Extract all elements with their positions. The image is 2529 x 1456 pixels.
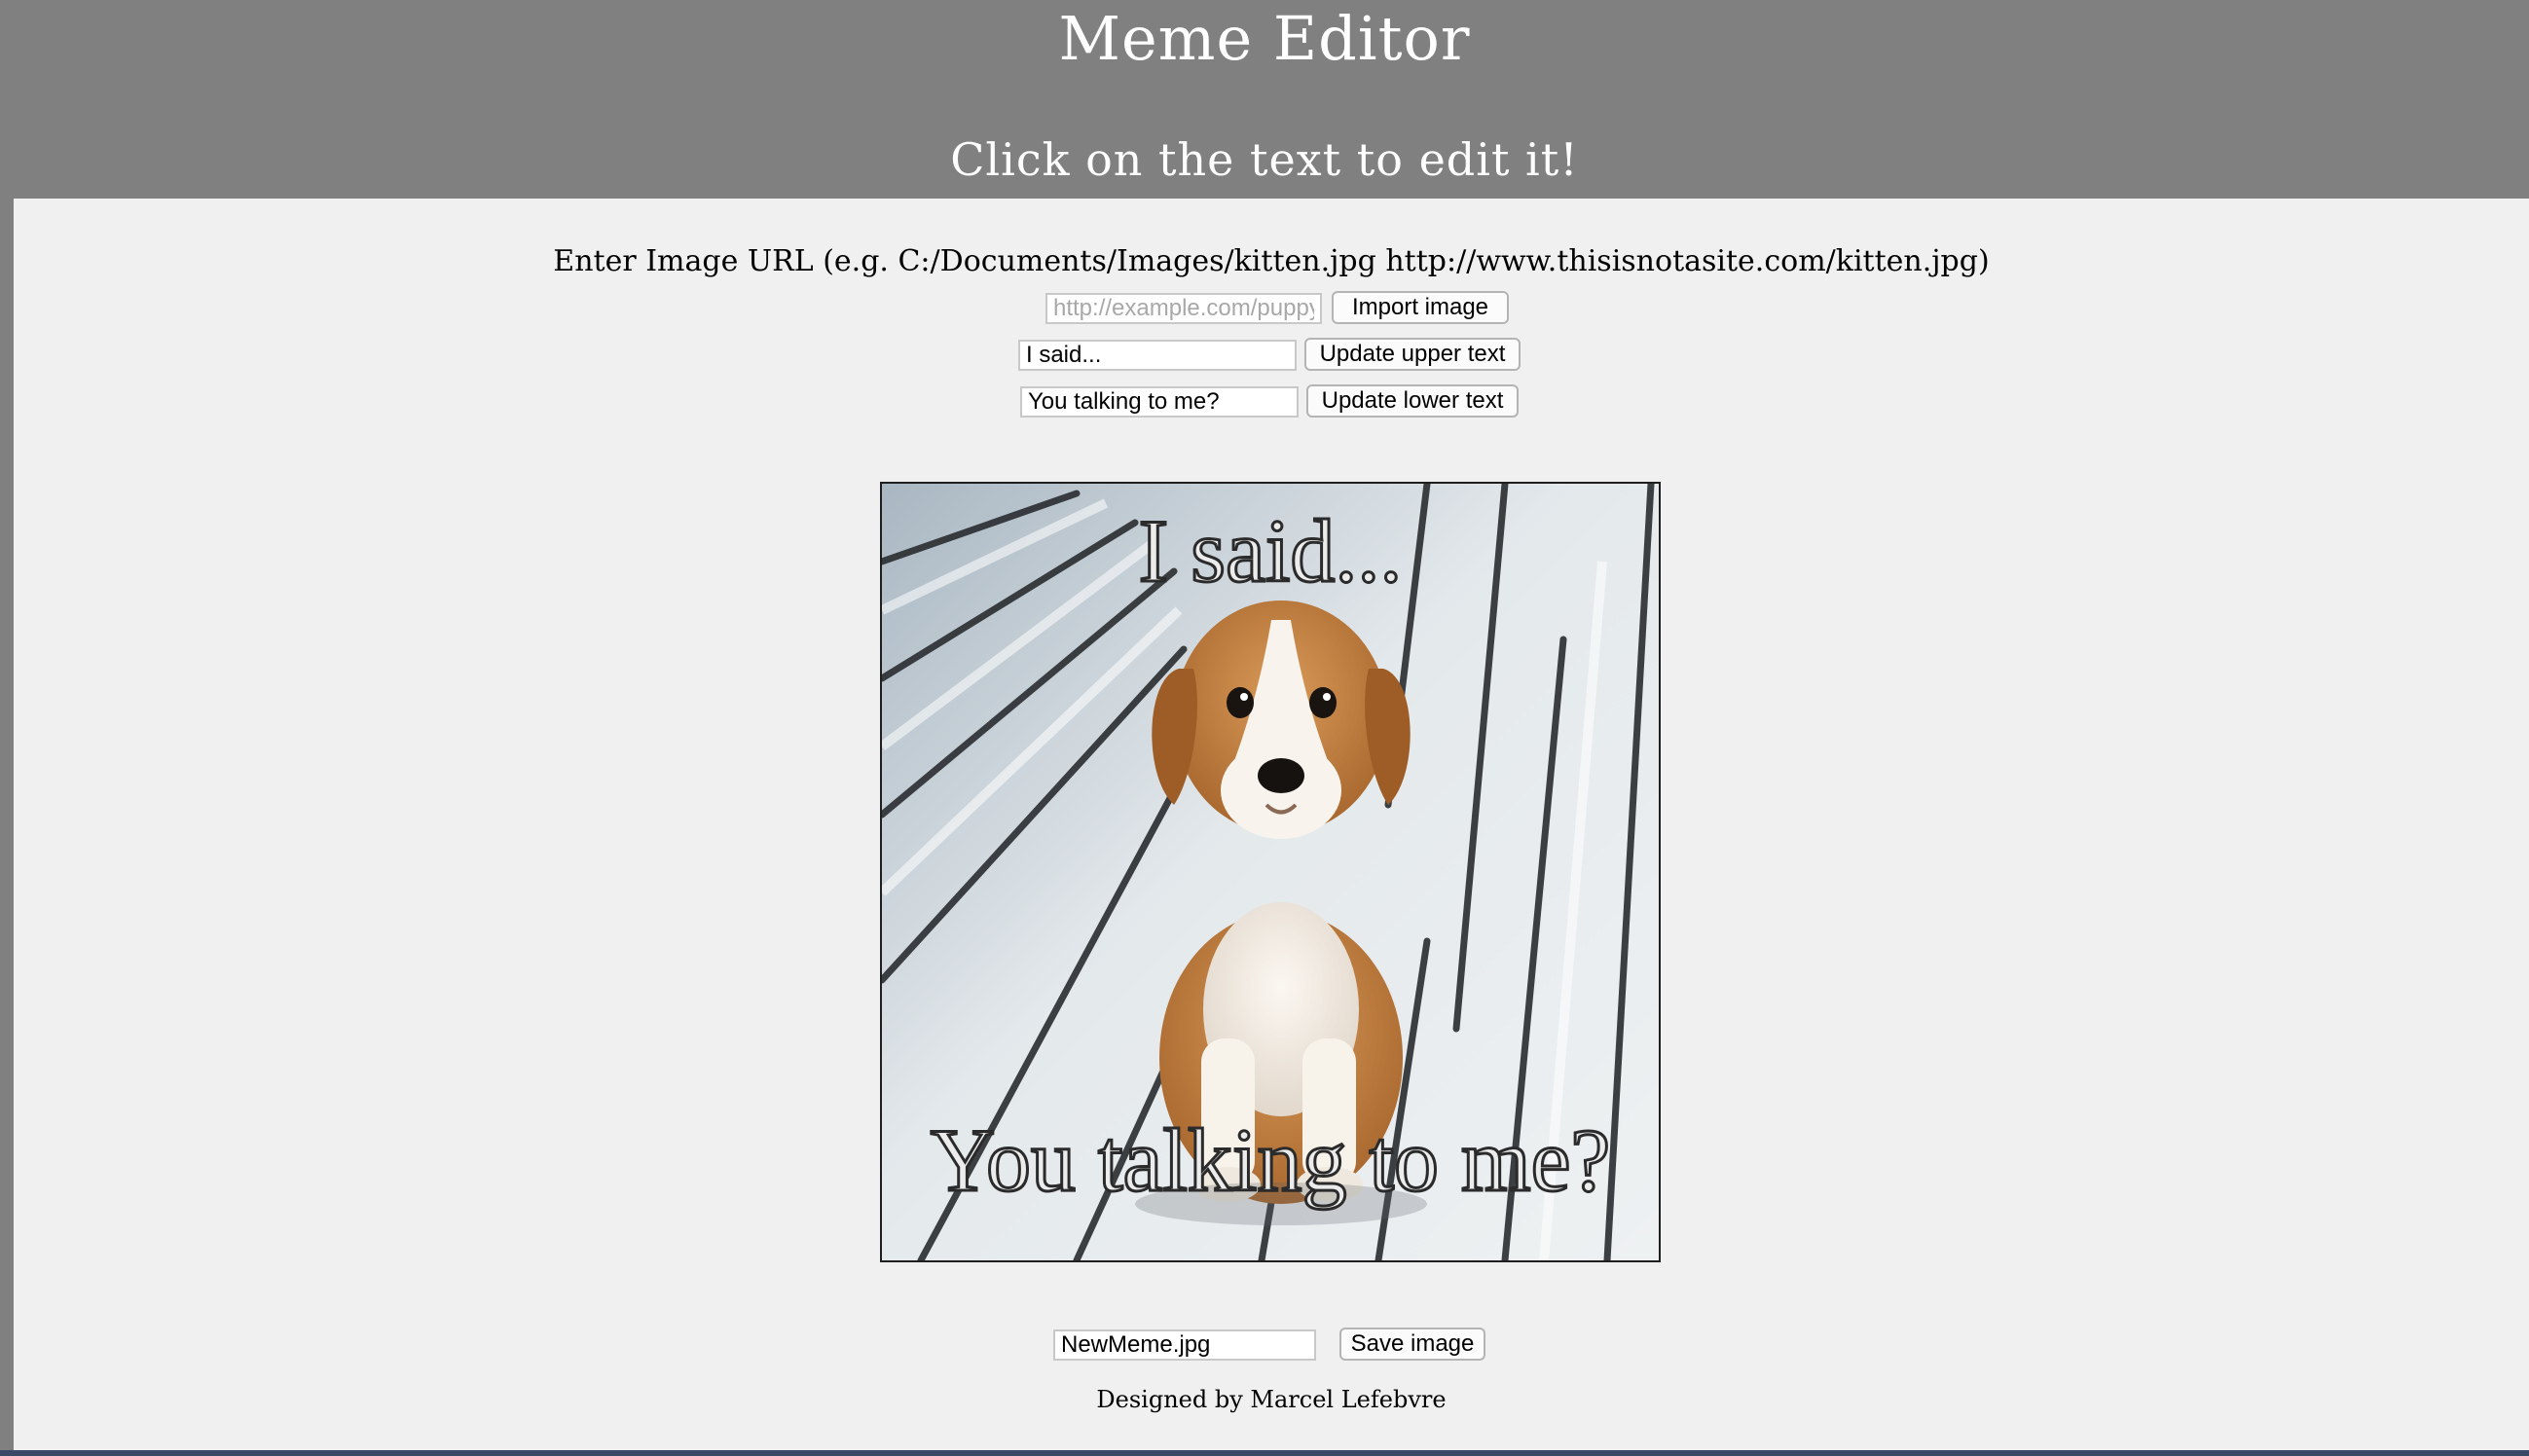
footer-credit: Designed by Marcel Lefebvre [1096, 1386, 1447, 1413]
meme-upper-caption[interactable]: I said... [882, 497, 1659, 604]
page-title: Meme Editor [1058, 3, 1471, 74]
lower-text-input[interactable] [1020, 386, 1299, 418]
header: Meme Editor Click on the text to edit it… [0, 0, 2529, 199]
save-image-button[interactable]: Save image [1339, 1328, 1485, 1361]
filename-input[interactable] [1053, 1329, 1316, 1361]
import-image-button[interactable]: Import image [1332, 291, 1509, 324]
meme-canvas[interactable]: I said... You talking to me? [880, 482, 1661, 1262]
image-url-input[interactable] [1045, 293, 1322, 324]
lower-text-row: Update lower text [14, 384, 2529, 423]
upper-text-row: Update upper text [14, 338, 2529, 377]
editor-panel: Enter Image URL (e.g. C:/Documents/Image… [14, 199, 2529, 1450]
update-lower-text-button[interactable]: Update lower text [1306, 384, 1519, 418]
import-instruction: Enter Image URL (e.g. C:/Documents/Image… [553, 244, 1990, 278]
update-upper-text-button[interactable]: Update upper text [1304, 338, 1521, 371]
page-subtitle: Click on the text to edit it! [950, 133, 1579, 186]
meme-lower-caption[interactable]: You talking to me? [882, 1107, 1659, 1214]
upper-text-input[interactable] [1018, 340, 1297, 371]
window-bottom-edge [0, 1450, 2529, 1456]
import-row: Import image [14, 291, 2529, 330]
save-row: Save image [14, 1328, 2529, 1366]
